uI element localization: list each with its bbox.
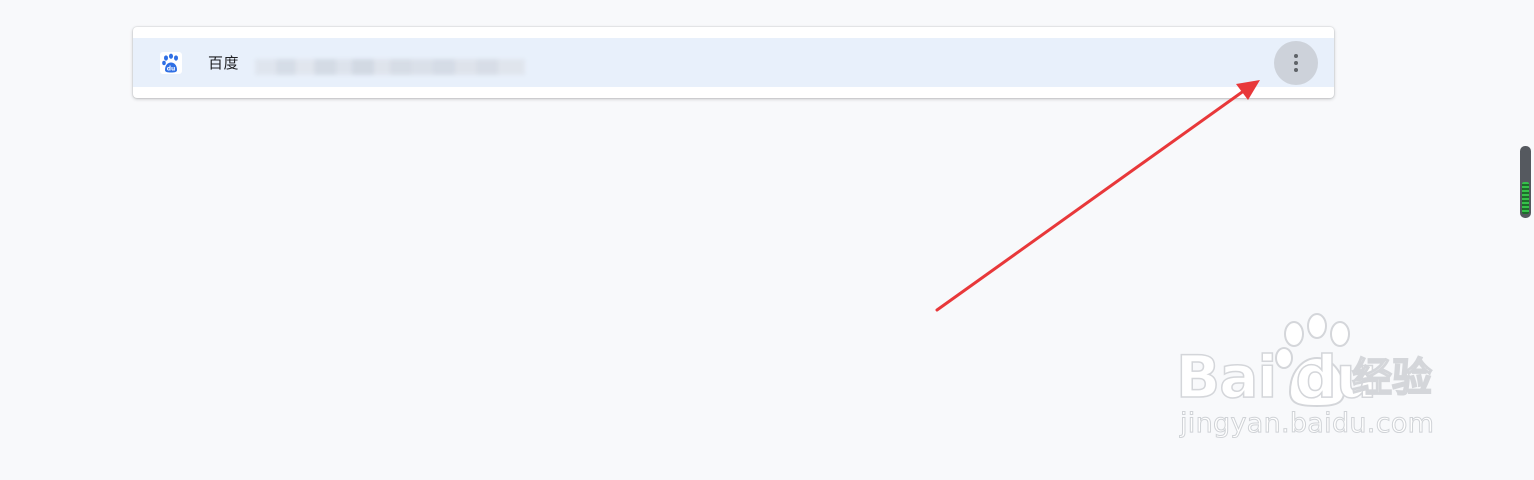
baidu-jingyan-watermark: Bai du 经验 jingyan.baidu.com bbox=[1175, 312, 1476, 452]
site-card: du 百度 bbox=[133, 27, 1334, 98]
more-options-button[interactable] bbox=[1274, 41, 1318, 85]
scroll-indicator[interactable] bbox=[1520, 146, 1531, 218]
watermark-logo-text: Bai du bbox=[1175, 342, 1378, 412]
obscured-url bbox=[255, 59, 525, 75]
scroll-indicator-level bbox=[1522, 182, 1529, 214]
site-row[interactable]: du 百度 bbox=[133, 38, 1334, 87]
more-vert-icon bbox=[1294, 54, 1298, 58]
watermark-cn-text: 经验 bbox=[1351, 354, 1433, 402]
svg-text:du: du bbox=[167, 66, 176, 73]
baidu-paw-icon: du bbox=[160, 52, 182, 74]
site-name: 百度 bbox=[208, 54, 240, 72]
more-vert-icon-dot bbox=[1294, 68, 1298, 72]
more-vert-icon-dot bbox=[1294, 61, 1298, 65]
watermark-url: jingyan.baidu.com bbox=[1179, 408, 1435, 440]
